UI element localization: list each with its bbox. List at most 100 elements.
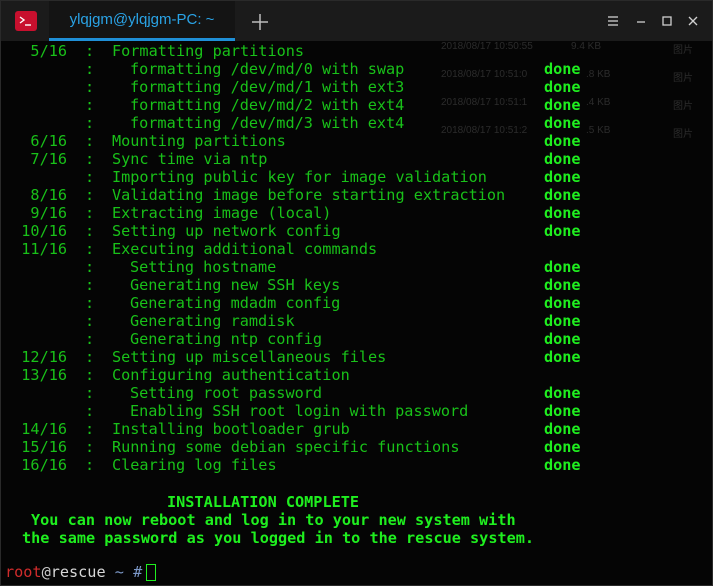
step-number: 13/16 bbox=[21, 366, 67, 384]
step-number: 5/16 bbox=[30, 42, 67, 60]
step-description: Setting up network config bbox=[112, 222, 341, 240]
log-line: : formatting /dev/md/1 with ext3 done bbox=[1, 78, 712, 96]
step-status: done bbox=[544, 276, 581, 294]
log-line: 13/16: Configuring authentication bbox=[1, 366, 712, 384]
prompt-user: root bbox=[5, 563, 42, 581]
minimize-icon[interactable] bbox=[631, 11, 651, 31]
maximize-icon[interactable] bbox=[657, 11, 677, 31]
step-separator: : bbox=[85, 204, 95, 222]
step-separator: : bbox=[85, 78, 95, 96]
title-bar: ylqjgm@ylqjgm-PC: ~ bbox=[1, 1, 712, 41]
step-separator: : bbox=[85, 438, 95, 456]
text-cursor[interactable] bbox=[146, 564, 156, 581]
step-description: Generating ramdisk bbox=[130, 312, 295, 330]
step-number: 6/16 bbox=[30, 132, 67, 150]
step-status: done bbox=[544, 186, 581, 204]
log-line: : Enabling SSH root login with password do… bbox=[1, 402, 712, 420]
step-separator: : bbox=[85, 402, 95, 420]
step-status: done bbox=[544, 60, 581, 78]
step-description: Extracting image (local) bbox=[112, 204, 332, 222]
menu-icon[interactable] bbox=[603, 11, 623, 31]
step-status: done bbox=[544, 330, 581, 348]
step-separator: : bbox=[85, 276, 95, 294]
step-description: Setting up miscellaneous files bbox=[112, 348, 387, 366]
terminal-window: ylqjgm@ylqjgm-PC: ~ 2018/08/17 10:50:55 … bbox=[0, 0, 713, 586]
step-status: done bbox=[544, 348, 581, 366]
step-description: Clearing log files bbox=[112, 456, 277, 474]
log-line: 11/16: Executing additional commands bbox=[1, 240, 712, 258]
step-separator: : bbox=[85, 168, 95, 186]
log-line: 10/16: Setting up network config done bbox=[1, 222, 712, 240]
prompt-path: ~ bbox=[114, 563, 124, 581]
step-number: 15/16 bbox=[21, 438, 67, 456]
prompt-at: @ bbox=[41, 563, 51, 581]
log-line: 8/16: Validating image before starting ex… bbox=[1, 186, 712, 204]
step-separator: : bbox=[85, 384, 95, 402]
tab-terminal-session[interactable]: ylqjgm@ylqjgm-PC: ~ bbox=[49, 1, 235, 39]
terminal-output[interactable]: 5/16: Formatting partitions: formatting /d… bbox=[1, 41, 712, 585]
step-separator: : bbox=[85, 150, 95, 168]
log-line: 14/16: Installing bootloader grub done bbox=[1, 420, 712, 438]
step-description: Generating ntp config bbox=[130, 330, 323, 348]
step-separator: : bbox=[85, 96, 95, 114]
log-line: : Setting root password done bbox=[1, 384, 712, 402]
log-line: : Generating mdadm config done bbox=[1, 294, 712, 312]
step-number: 16/16 bbox=[21, 456, 67, 474]
log-line: : Setting hostname done bbox=[1, 258, 712, 276]
step-number: 11/16 bbox=[21, 240, 67, 258]
step-separator: : bbox=[85, 222, 95, 240]
close-icon[interactable] bbox=[683, 11, 703, 31]
step-separator: : bbox=[85, 348, 95, 366]
step-status: done bbox=[544, 78, 581, 96]
shell-prompt[interactable]: root@rescue ~ # bbox=[5, 563, 142, 581]
log-line: : formatting /dev/md/0 with swap done bbox=[1, 60, 712, 78]
log-line: 15/16: Running some debian specific funct… bbox=[1, 438, 712, 456]
step-description: formatting /dev/md/1 with ext3 bbox=[130, 78, 405, 96]
step-status: done bbox=[544, 168, 581, 186]
step-number: 7/16 bbox=[30, 150, 67, 168]
step-description: Setting hostname bbox=[130, 258, 277, 276]
step-separator: : bbox=[85, 420, 95, 438]
step-status: done bbox=[544, 420, 581, 438]
step-status: done bbox=[544, 312, 581, 330]
step-description: Generating mdadm config bbox=[130, 294, 341, 312]
step-description: Running some debian specific functions bbox=[112, 438, 460, 456]
step-separator: : bbox=[85, 60, 95, 78]
step-status: done bbox=[544, 204, 581, 222]
step-status: done bbox=[544, 294, 581, 312]
step-description: Executing additional commands bbox=[112, 240, 378, 258]
prompt-symbol: # bbox=[133, 563, 143, 581]
install-message-line-1: You can now reboot and log in to your ne… bbox=[31, 511, 516, 529]
step-status: done bbox=[544, 114, 581, 132]
step-separator: : bbox=[85, 240, 95, 258]
step-number: 14/16 bbox=[21, 420, 67, 438]
tab-title: ylqjgm@ylqjgm-PC: ~ bbox=[69, 11, 215, 28]
log-line: : Generating new SSH keys done bbox=[1, 276, 712, 294]
install-complete-heading: INSTALLATION COMPLETE bbox=[167, 493, 360, 511]
log-line: : Generating ramdisk done bbox=[1, 312, 712, 330]
step-separator: : bbox=[85, 114, 95, 132]
log-line: 9/16: Extracting image (local) done bbox=[1, 204, 712, 222]
log-line: 5/16: Formatting partitions bbox=[1, 42, 712, 60]
step-separator: : bbox=[85, 186, 95, 204]
step-status: done bbox=[544, 456, 581, 474]
log-line: : Generating ntp config done bbox=[1, 330, 712, 348]
step-separator: : bbox=[85, 366, 95, 384]
step-number: 10/16 bbox=[21, 222, 67, 240]
new-tab-plus-icon[interactable] bbox=[249, 11, 271, 33]
step-number: 9/16 bbox=[30, 204, 67, 222]
step-status: done bbox=[544, 258, 581, 276]
step-description: Validating image before starting extract… bbox=[112, 186, 506, 204]
step-status: done bbox=[544, 150, 581, 168]
step-status: done bbox=[544, 438, 581, 456]
step-description: Generating new SSH keys bbox=[130, 276, 341, 294]
step-description: formatting /dev/md/0 with swap bbox=[130, 60, 405, 78]
log-line: 6/16: Mounting partitions done bbox=[1, 132, 712, 150]
step-status: done bbox=[544, 384, 581, 402]
step-description: Setting root password bbox=[130, 384, 323, 402]
step-status: done bbox=[544, 402, 581, 420]
step-description: Sync time via ntp bbox=[112, 150, 268, 168]
step-separator: : bbox=[85, 330, 95, 348]
terminal-app-icon bbox=[15, 11, 37, 31]
step-status: done bbox=[544, 222, 581, 240]
